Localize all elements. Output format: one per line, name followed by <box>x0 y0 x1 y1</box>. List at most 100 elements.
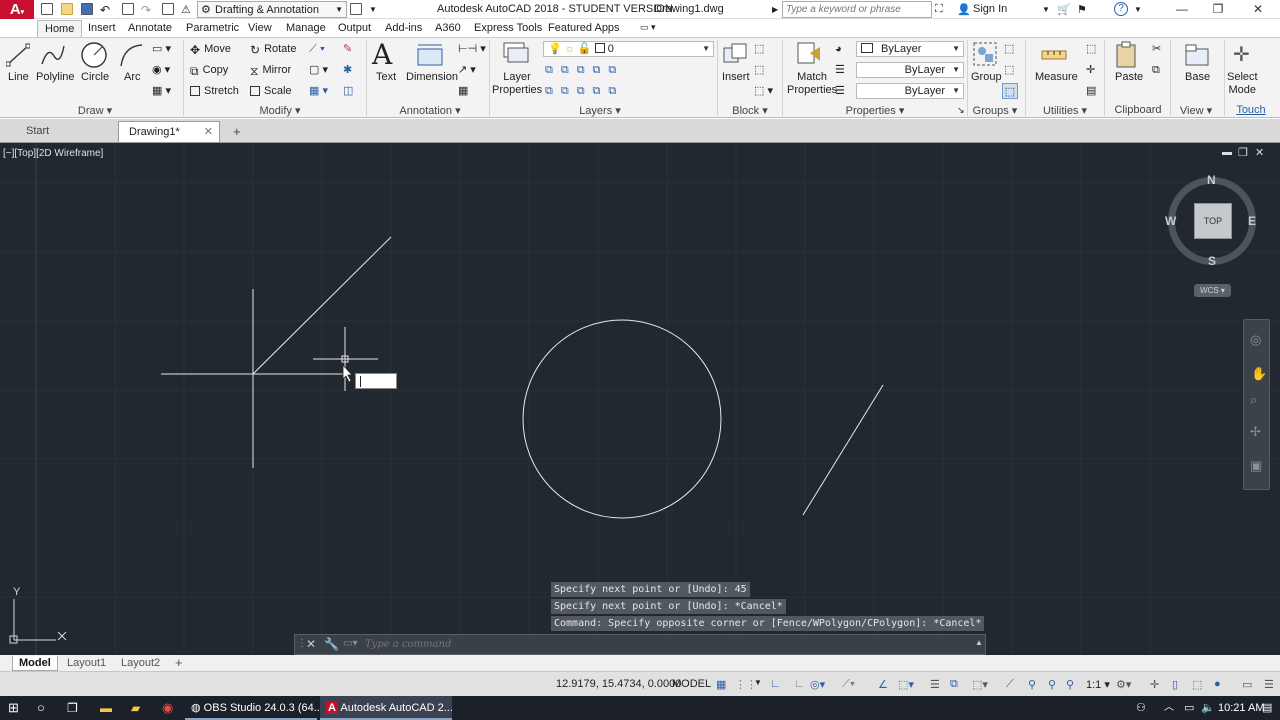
workspace-switch-icon[interactable]: ⚙▾ <box>1116 678 1131 691</box>
block-attr-icon[interactable]: ⬚ ▾ <box>754 83 773 99</box>
viewport-restore-icon[interactable]: ❐ <box>1238 146 1248 159</box>
drawing-canvas[interactable] <box>0 143 1280 655</box>
tab-add-ins[interactable]: Add-ins <box>385 22 422 34</box>
object-snap-icon[interactable]: ⬚▾ <box>898 678 914 691</box>
task-view-icon[interactable]: ❐ <box>67 696 78 720</box>
erase-icon[interactable]: ✎ <box>343 41 352 57</box>
wcs-menu-button[interactable]: WCS ▾ <box>1194 284 1231 297</box>
ungroup-icon[interactable]: ⬚ <box>1004 41 1014 57</box>
cortana-icon[interactable]: ○ <box>37 696 45 720</box>
folder-icon[interactable]: ▰ <box>131 696 140 720</box>
tab-parametric[interactable]: Parametric <box>186 22 239 34</box>
pan-icon[interactable]: ✋ <box>1251 366 1267 382</box>
scale-button[interactable]: Scale <box>250 83 292 99</box>
plot-icon[interactable]: ⚠ <box>181 3 191 16</box>
diagonal-line[interactable] <box>802 384 884 516</box>
layer-tools-row1[interactable]: ⧉⧉⧉⧉⧉ <box>545 62 624 78</box>
draw-panel-label[interactable]: Draw ▾ <box>60 104 130 118</box>
color-dropdown[interactable]: ByLayer ▼ <box>856 41 964 57</box>
annotation-visibility-icon[interactable]: ⚲ <box>1028 678 1040 691</box>
volume-icon[interactable]: 🔈 <box>1201 696 1215 720</box>
sign-in-link[interactable]: Sign In <box>973 3 1007 15</box>
linetype-icon[interactable]: ☰ <box>835 62 845 78</box>
explode-icon[interactable]: ✱ <box>343 62 352 78</box>
tab-start[interactable]: Start <box>16 121 114 142</box>
customization-icon[interactable]: ☰ <box>1264 678 1276 691</box>
user-icon[interactable]: 👤 <box>957 3 971 16</box>
notifications-icon[interactable]: ▤ <box>1262 696 1272 720</box>
autocad-logo-button[interactable]: A▾ <box>0 0 34 19</box>
minimize-button[interactable]: — <box>1172 2 1192 16</box>
edit-block-icon[interactable]: ⬚ <box>754 62 764 78</box>
qat-dropdown-icon[interactable]: ▼ <box>369 5 377 14</box>
group-edit-icon[interactable]: ⬚ <box>1004 62 1014 78</box>
rectangle-icon[interactable]: ▭ ▾ <box>152 41 171 57</box>
model-space-button[interactable]: MODEL <box>672 678 711 690</box>
circle-shape[interactable] <box>522 319 722 519</box>
taskbar-autocad[interactable]: A Autodesk AutoCAD 2... <box>320 696 453 720</box>
hardware-acceleration-icon[interactable]: ● <box>1214 678 1226 690</box>
linear-dim-icon[interactable]: ⊢⊣ ▾ <box>458 41 486 57</box>
coordinates-readout[interactable]: 12.9179, 15.4734, 0.0000 <box>556 678 681 690</box>
tab-model[interactable]: Model <box>12 656 58 671</box>
view-panel-label[interactable]: View ▾ <box>1170 104 1222 118</box>
zoom-icon[interactable]: ⌕ <box>1250 392 1257 408</box>
properties-launcher-icon[interactable]: ↘ <box>957 105 965 116</box>
quick-properties-icon[interactable]: ⬚ <box>1192 678 1204 691</box>
tab-a360[interactable]: A360 <box>435 22 461 34</box>
lineweight-dropdown[interactable]: ByLayer ▼ <box>856 83 964 99</box>
polar-tracking-icon[interactable]: ◎▾ <box>810 678 825 691</box>
measure-button[interactable]: Measure <box>1035 71 1078 84</box>
command-input[interactable] <box>365 637 965 652</box>
showmotion-icon[interactable]: ▣ <box>1250 458 1262 474</box>
command-line[interactable]: ⋮ ✕ 🔧 ▭▾ ▲ <box>294 634 986 655</box>
compass-west[interactable]: W <box>1165 214 1176 228</box>
quick-select-icon[interactable]: ⬚ <box>1086 41 1096 57</box>
close-button[interactable]: ✕ <box>1248 2 1268 16</box>
undo-icon[interactable]: ↶ <box>100 3 110 17</box>
windows-start-icon[interactable]: ⊞ <box>8 696 19 720</box>
viewport-controls-label[interactable]: [−][Top][2D Wireframe] <box>3 148 103 159</box>
rotate-button[interactable]: ↻ Rotate <box>250 41 296 57</box>
search-arrow-icon[interactable]: ▶ <box>772 5 778 14</box>
help-chevron-icon[interactable]: ▼ <box>1134 5 1142 14</box>
insert-button[interactable]: Insert <box>722 71 750 84</box>
table-icon[interactable]: ▦ <box>458 83 468 99</box>
steering-wheel-icon[interactable]: ◎ <box>1250 332 1261 348</box>
print-icon[interactable] <box>122 3 134 15</box>
help-icon[interactable]: ? <box>1114 2 1128 16</box>
ortho-icon[interactable]: ∟ <box>770 678 782 690</box>
line-button[interactable]: Line <box>8 71 29 84</box>
workspace-dropdown[interactable]: ⚙ Drafting & Annotation ▼ <box>197 1 347 18</box>
circle-button[interactable]: Circle <box>81 71 109 84</box>
fillet-icon[interactable]: ▢ ▾ <box>309 62 328 78</box>
stretch-button[interactable]: Stretch <box>190 83 239 99</box>
exchange-icon[interactable]: ⚑ <box>1077 3 1087 16</box>
tab-layout2[interactable]: Layout2 <box>115 656 166 671</box>
tray-chevron-icon[interactable]: ︿ <box>1164 696 1174 720</box>
modify-panel-label[interactable]: Modify ▾ <box>240 104 320 118</box>
utilities-panel-label[interactable]: Utilities ▾ <box>1035 104 1095 118</box>
command-history-toggle-icon[interactable]: ▲ <box>975 638 983 647</box>
trim-icon[interactable]: ⟋ ▾ <box>309 41 325 57</box>
snap-chevron-icon[interactable]: ▼ <box>754 678 766 690</box>
network-icon[interactable]: ▭ <box>1184 696 1194 720</box>
copy-clip-icon[interactable]: ⧉ <box>1152 62 1160 78</box>
dimension-button[interactable]: Dimension <box>406 71 458 84</box>
annotation-monitor-icon[interactable]: ✛ <box>1150 678 1162 691</box>
customize-icon[interactable]: 🔧 <box>324 637 339 651</box>
transparency-icon[interactable]: ⧉ <box>950 678 962 690</box>
object-snap-tracking-icon[interactable]: ∠ <box>878 678 890 691</box>
text-button[interactable]: Text <box>376 71 396 84</box>
selection-cycling-icon[interactable]: ⬚▾ <box>972 678 988 691</box>
viewport-minimize-icon[interactable]: ▬ <box>1222 147 1232 158</box>
compass-north[interactable]: N <box>1207 173 1216 187</box>
cart-icon[interactable]: 🛒 <box>1057 3 1071 16</box>
groups-panel-label[interactable]: Groups ▾ <box>970 104 1020 118</box>
lineweight-toggle-icon[interactable]: ☰ <box>930 678 942 691</box>
taskbar-obs[interactable]: ◍ OBS Studio 24.0.3 (64... <box>185 696 323 720</box>
linetype-dropdown[interactable]: ByLayer ▼ <box>856 62 964 78</box>
share-drawing-icon[interactable] <box>350 3 362 15</box>
paste-button[interactable]: Paste <box>1115 71 1143 84</box>
ribbon-toggle-icon[interactable]: ▭ ▾ <box>640 22 656 33</box>
